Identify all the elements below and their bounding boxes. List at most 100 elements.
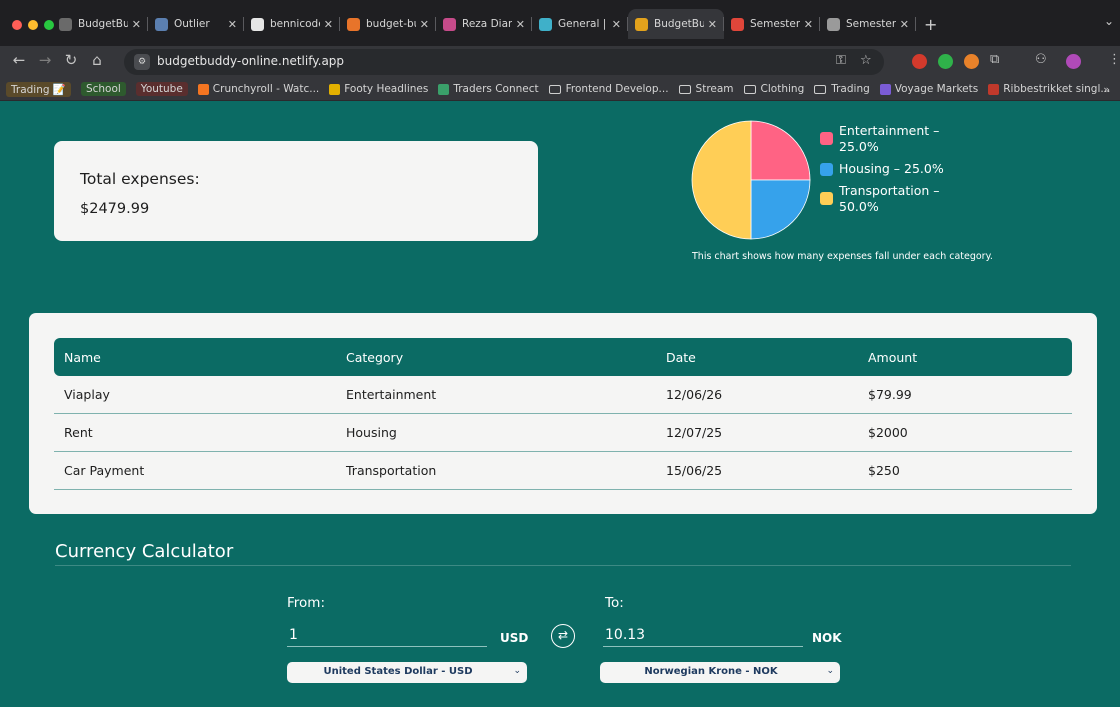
bookmark-label: Ribbestrikket singl... bbox=[1003, 83, 1111, 95]
close-tab-icon[interactable]: ✕ bbox=[132, 18, 141, 31]
close-tab-icon[interactable]: ✕ bbox=[228, 18, 237, 31]
chart-caption: This chart shows how many expenses fall … bbox=[692, 251, 993, 262]
bookmark-label: Stream bbox=[695, 83, 734, 95]
legend-swatch bbox=[820, 192, 833, 205]
tab-favicon-icon bbox=[635, 17, 648, 31]
tab-label: Semester a bbox=[750, 18, 800, 30]
close-tab-icon[interactable]: ✕ bbox=[900, 18, 909, 31]
browser-tab[interactable]: Outlier ✕ bbox=[148, 9, 244, 39]
browser-tab[interactable]: budget-buddy ✕ bbox=[340, 9, 436, 39]
tab-label: BudgetBuddy bbox=[654, 18, 704, 30]
bookmark-item[interactable]: Stream bbox=[678, 83, 734, 95]
new-tab-icon[interactable]: + bbox=[924, 15, 937, 34]
title-divider bbox=[55, 565, 1071, 566]
legend-swatch bbox=[820, 163, 833, 176]
bookmark-item[interactable]: Crunchyroll - Watc... bbox=[197, 83, 319, 95]
back-arrow-icon[interactable]: ← bbox=[10, 51, 28, 69]
tab-favicon-icon bbox=[731, 17, 744, 31]
browser-tab[interactable]: Semester a ✕ bbox=[724, 9, 820, 39]
total-expenses-card: Total expenses: $2479.99 bbox=[54, 141, 538, 241]
browser-tab[interactable]: Reza Diana ✕ bbox=[436, 9, 532, 39]
tab-search-chevron-icon[interactable]: ⌄ bbox=[1104, 14, 1114, 28]
total-expenses-label: Total expenses: bbox=[80, 170, 200, 188]
extension-green-icon[interactable] bbox=[938, 54, 953, 69]
cell-name: Viaplay bbox=[64, 387, 110, 402]
profile-switch-icon[interactable]: ⚇ bbox=[1035, 52, 1047, 67]
pie-slice-entertainment bbox=[750, 120, 811, 181]
minimize-window-button[interactable] bbox=[28, 20, 38, 30]
to-currency-code: NOK bbox=[812, 631, 842, 645]
cell-date: 15/06/25 bbox=[666, 463, 723, 478]
from-label: From: bbox=[287, 595, 325, 611]
close-tab-icon[interactable]: ✕ bbox=[420, 18, 429, 31]
currency-calculator-title: Currency Calculator bbox=[55, 541, 234, 562]
tab-strip: BudgetBuddy✕Outlier✕bennicodes✕budget-bu… bbox=[52, 8, 937, 40]
url-text[interactable]: budgetbuddy-online.netlify.app bbox=[157, 54, 344, 68]
bookmark-item[interactable]: Clothing bbox=[743, 83, 804, 95]
cell-date: 12/07/25 bbox=[666, 425, 723, 440]
budgetbuddy-page: Total expenses: $2479.99 Entertainment –… bbox=[0, 101, 1120, 707]
extension-fox-icon[interactable] bbox=[964, 54, 979, 69]
from-currency-select[interactable]: United States Dollar - USD ⌄ bbox=[287, 662, 527, 683]
browser-tab[interactable]: bennicodes ✕ bbox=[244, 9, 340, 39]
tab-favicon-icon bbox=[251, 17, 264, 31]
bookmark-item[interactable]: Ribbestrikket singl... bbox=[988, 83, 1110, 95]
swap-currencies-button[interactable]: ⇄ bbox=[551, 624, 575, 648]
to-amount-input[interactable] bbox=[603, 623, 803, 647]
close-window-button[interactable] bbox=[12, 20, 22, 30]
bookmark-label: Voyage Markets bbox=[894, 83, 979, 95]
close-tab-icon[interactable]: ✕ bbox=[612, 18, 621, 31]
legend-item: Transportation – 50.0% bbox=[820, 183, 970, 215]
bookmark-star-icon[interactable]: ☆ bbox=[860, 53, 872, 68]
bookmark-label: Traders Connect bbox=[453, 83, 539, 95]
bookmark-item[interactable]: Trading 📝 bbox=[6, 81, 71, 97]
close-tab-icon[interactable]: ✕ bbox=[324, 18, 333, 31]
browser-tab[interactable]: Semester A ✕ bbox=[820, 9, 916, 39]
bookmark-item[interactable]: Traders Connect bbox=[438, 83, 539, 95]
tab-label: Reza Diana bbox=[462, 18, 512, 30]
address-bar[interactable]: ⚙ budgetbuddy-online.netlify.app ⚿ ☆ bbox=[124, 49, 884, 75]
from-amount-input[interactable] bbox=[287, 623, 487, 647]
bookmark-favicon-icon bbox=[988, 83, 1000, 95]
browser-tab[interactable]: General | P ✕ bbox=[532, 9, 628, 39]
browser-tab[interactable]: BudgetBuddy ✕ bbox=[628, 9, 724, 39]
extensions-puzzle-icon[interactable]: ⧉ bbox=[990, 52, 999, 67]
close-tab-icon[interactable]: ✕ bbox=[516, 18, 525, 31]
browser-toolbar: ← → ↻ ⌂ ⚙ budgetbuddy-online.netlify.app… bbox=[0, 46, 1120, 78]
bookmark-item[interactable]: Frontend Develop... bbox=[548, 83, 669, 95]
bookmark-favicon-icon bbox=[197, 83, 209, 95]
browser-menu-icon[interactable]: ⋮ bbox=[1108, 52, 1120, 67]
bookmark-item[interactable]: Trading bbox=[814, 83, 870, 95]
tab-favicon-icon bbox=[539, 17, 552, 31]
bookmark-label: Youtube bbox=[140, 83, 183, 95]
table-header: Name Category Date Amount bbox=[54, 338, 1072, 376]
close-tab-icon[interactable]: ✕ bbox=[708, 18, 717, 31]
extension-red-icon[interactable] bbox=[912, 54, 927, 69]
close-tab-icon[interactable]: ✕ bbox=[804, 18, 813, 31]
bookmark-item[interactable]: Youtube bbox=[135, 82, 188, 96]
avatar[interactable] bbox=[1066, 54, 1081, 69]
bookmark-item[interactable]: School bbox=[80, 82, 126, 96]
bookmark-label: School bbox=[85, 83, 121, 95]
bookmark-item[interactable]: Footy Headlines bbox=[329, 83, 428, 95]
legend-label: Transportation – 50.0% bbox=[839, 183, 940, 214]
pie-slice-transportation bbox=[691, 120, 752, 240]
browser-tab[interactable]: BudgetBuddy ✕ bbox=[52, 9, 148, 39]
site-info-icon[interactable]: ⚙ bbox=[134, 54, 150, 70]
from-currency-selected: United States Dollar - USD bbox=[323, 666, 473, 677]
bookmark-label: Footy Headlines bbox=[344, 83, 429, 95]
more-bookmarks-icon[interactable]: » bbox=[1103, 83, 1110, 96]
bookmarks-bar: Trading 📝 School Youtube Crunchyroll - Watc… bbox=[0, 78, 1120, 101]
home-icon[interactable]: ⌂ bbox=[88, 51, 106, 69]
cell-date: 12/06/26 bbox=[666, 387, 723, 402]
table-row: Car Payment Transportation 15/06/25 $250 bbox=[54, 452, 1072, 490]
forward-arrow-icon[interactable]: → bbox=[36, 51, 54, 69]
from-currency-code: USD bbox=[500, 631, 529, 645]
reload-icon[interactable]: ↻ bbox=[62, 51, 80, 69]
bookmark-item[interactable]: Voyage Markets bbox=[879, 83, 979, 95]
legend-swatch bbox=[820, 132, 833, 145]
folder-icon bbox=[678, 84, 691, 94]
tab-label: General | P bbox=[558, 18, 608, 30]
key-icon[interactable]: ⚿ bbox=[836, 53, 846, 68]
to-currency-select[interactable]: Norwegian Krone - NOK ⌄ bbox=[600, 662, 840, 683]
